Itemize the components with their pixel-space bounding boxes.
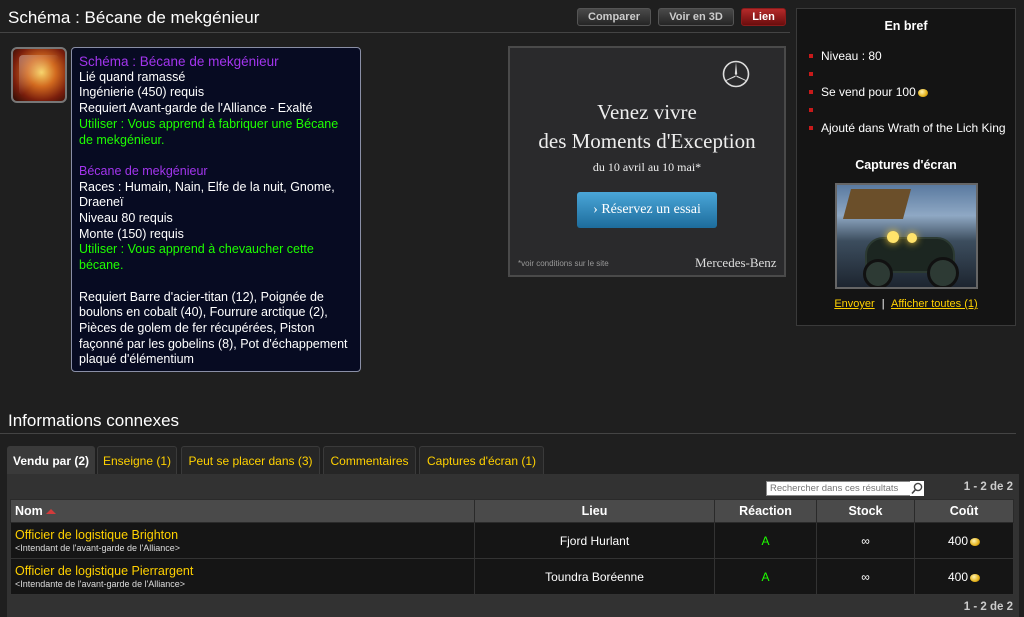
tooltip-use2-line-2: bécane. bbox=[79, 258, 124, 273]
tooltip-races-line-2: Draeneï bbox=[79, 195, 124, 210]
search-icon[interactable] bbox=[910, 481, 924, 496]
tab-taught-by[interactable]: Enseigne (1) bbox=[97, 446, 177, 474]
vendor-stock-cell: ∞ bbox=[816, 558, 915, 595]
pagination-top: 1 - 2 de 2 bbox=[963, 481, 1013, 493]
title-divider bbox=[0, 32, 790, 33]
vendor-cost-cell: 400 bbox=[914, 558, 1014, 595]
vendor-stock-cell: ∞ bbox=[816, 522, 915, 559]
pagination-bottom: 1 - 2 de 2 bbox=[963, 601, 1013, 613]
vendor-location-cell[interactable]: Fjord Hurlant bbox=[474, 522, 715, 559]
tooltip-reagents-line-3: Pièces de golem de fer récupérées, Pisto… bbox=[79, 320, 315, 335]
search-results-input[interactable] bbox=[766, 481, 923, 496]
vendor-name-link[interactable]: Officier de logistique Pierrargent bbox=[15, 564, 474, 578]
gold-coin-icon bbox=[970, 537, 981, 546]
send-screenshot-link[interactable]: Envoyer bbox=[834, 298, 874, 310]
ad-book-test-button[interactable]: › Réservez un essai bbox=[577, 192, 717, 228]
screenshot-thumbnail[interactable] bbox=[835, 183, 978, 289]
cost-value: 400 bbox=[947, 569, 969, 584]
compare-button[interactable]: Comparer bbox=[577, 8, 651, 26]
tab-comments[interactable]: Commentaires bbox=[323, 446, 416, 474]
added-in-text: Ajouté dans Wrath of the Lich King bbox=[821, 121, 1006, 135]
sell-price-text: Se vend pour 100 bbox=[821, 85, 916, 99]
vendor-reaction-cell: A bbox=[714, 558, 817, 595]
ad-fineprint: *voir conditions sur le site bbox=[518, 259, 609, 268]
tooltip-item-name: Schéma : Bécane de mekgénieur bbox=[79, 54, 279, 69]
tooltip-use-line-2: de mekgénieur. bbox=[79, 132, 165, 147]
ad-headline-2: des Moments d'Exception bbox=[538, 129, 756, 153]
ad-headline: Venez vivre bbox=[597, 100, 697, 124]
vendor-name-cell: Officier de logistique Pierrargent <Inte… bbox=[10, 558, 475, 595]
tooltip-reagents-line-1: Requiert Barre d'acier-titan (12), Poign… bbox=[79, 289, 324, 304]
quick-facts-added: Ajouté dans Wrath of the Lich King bbox=[809, 119, 1014, 137]
results-panel: 1 - 2 de 2 Nom Lieu Réaction Stock Coût … bbox=[7, 474, 1019, 617]
tooltip-level: Niveau 80 requis bbox=[79, 211, 173, 226]
vendor-name-cell: Officier de logistique Brighton <Intenda… bbox=[10, 522, 475, 559]
quick-facts-empty bbox=[809, 101, 1014, 119]
vendor-reaction-cell: A bbox=[714, 522, 817, 559]
tooltip-use2-line-1: Utiliser : Vous apprend à chevaucher cet… bbox=[79, 242, 314, 257]
gold-coin-icon bbox=[917, 89, 928, 97]
vendor-location-cell[interactable]: Toundra Boréenne bbox=[474, 558, 715, 595]
table-row[interactable]: Officier de logistique Brighton <Intenda… bbox=[10, 522, 1014, 559]
tab-sold-by[interactable]: Vendu par (2) bbox=[7, 446, 95, 474]
related-divider bbox=[0, 433, 1016, 434]
screenshots-title: Captures d'écran bbox=[855, 158, 957, 172]
icon-shine bbox=[19, 55, 59, 95]
page-title: Schéma : Bécane de mekgénieur bbox=[8, 8, 260, 27]
tooltip-gap bbox=[79, 274, 353, 290]
view-3d-button[interactable]: Voir en 3D bbox=[658, 8, 734, 26]
vendor-name-link[interactable]: Officier de logistique Brighton bbox=[15, 528, 474, 542]
thumbnail-scenery bbox=[842, 189, 912, 219]
schematic-icon[interactable] bbox=[11, 47, 67, 103]
tooltip-created-item: Bécane de mekgénieur bbox=[79, 163, 208, 178]
advertisement-banner[interactable]: Venez vivre des Moments d'Exception du 1… bbox=[508, 46, 786, 277]
quick-facts-empty bbox=[809, 65, 1014, 83]
item-tooltip: Schéma : Bécane de mekgénieur Lié quand … bbox=[71, 47, 361, 372]
tab-screenshots[interactable]: Captures d'écran (1) bbox=[419, 446, 544, 474]
column-header-label: Nom bbox=[15, 504, 43, 518]
table-row[interactable]: Officier de logistique Pierrargent <Inte… bbox=[10, 558, 1014, 595]
column-header-name[interactable]: Nom bbox=[10, 499, 475, 523]
thumbnail-lamp bbox=[907, 233, 917, 243]
tooltip-races-line-1: Races : Humain, Nain, Elfe de la nuit, G… bbox=[79, 179, 335, 194]
tooltip-riding: Monte (150) requis bbox=[79, 226, 184, 241]
ad-dates: du 10 avril au 10 mai* bbox=[592, 160, 702, 174]
tooltip-gap bbox=[79, 148, 353, 164]
link-separator: | bbox=[881, 298, 885, 310]
tooltip-reagents-line-2: boulons en cobalt (40), Fourrure arctiqu… bbox=[79, 305, 328, 320]
mercedes-star-icon bbox=[722, 60, 750, 88]
quick-facts-level: Niveau : 80 bbox=[809, 47, 1014, 65]
gold-coin-icon bbox=[970, 573, 981, 582]
vendor-subtitle: <Intendante de l'avant-garde de l'Allian… bbox=[15, 579, 186, 589]
ad-brand: Mercedes-Benz bbox=[695, 255, 777, 270]
sort-ascending-icon bbox=[45, 509, 56, 514]
tooltip-reagents-line-5: plaqué d'élémentium bbox=[79, 352, 194, 367]
column-header-reaction[interactable]: Réaction bbox=[714, 499, 817, 523]
vendor-subtitle: <Intendant de l'avant-garde de l'Allianc… bbox=[15, 543, 181, 553]
tooltip-reagents-line-4: façonné par les gobelins (8), Pot d'écha… bbox=[79, 336, 348, 351]
quick-facts-panel: En bref Niveau : 80 Se vend pour 100 Ajo… bbox=[796, 8, 1016, 326]
thumbnail-lamp bbox=[887, 231, 899, 243]
vendor-cost-cell: 400 bbox=[914, 522, 1014, 559]
quick-facts-list: Niveau : 80 Se vend pour 100 Ajouté dans… bbox=[809, 47, 1014, 137]
quick-facts-sell-price: Se vend pour 100 bbox=[809, 83, 1014, 101]
view-all-screenshots-link[interactable]: Afficher toutes (1) bbox=[891, 298, 978, 310]
tab-can-be-placed-in[interactable]: Peut se placer dans (3) bbox=[181, 446, 320, 474]
column-header-location[interactable]: Lieu bbox=[474, 499, 715, 523]
tooltip-use-line-1: Utiliser : Vous apprend à fabriquer une … bbox=[79, 116, 339, 131]
level-text: Niveau : 80 bbox=[821, 49, 882, 63]
tooltip-reputation: Requiert Avant-garde de l'Alliance - Exa… bbox=[79, 101, 313, 116]
related-info-title: Informations connexes bbox=[8, 411, 180, 430]
tooltip-bind: Lié quand ramassé bbox=[79, 69, 186, 84]
quick-facts-title: En bref bbox=[884, 19, 928, 33]
cost-value: 400 bbox=[947, 533, 969, 548]
link-button[interactable]: Lien bbox=[741, 8, 786, 26]
vendors-table: Nom Lieu Réaction Stock Coût Officier de… bbox=[10, 499, 1014, 595]
tooltip-skill: Ingénierie (450) requis bbox=[79, 85, 205, 100]
column-header-cost[interactable]: Coût bbox=[914, 499, 1014, 523]
screenshot-links: Envoyer | Afficher toutes (1) bbox=[797, 298, 1015, 310]
table-header-row: Nom Lieu Réaction Stock Coût bbox=[10, 499, 1014, 523]
column-header-stock[interactable]: Stock bbox=[816, 499, 915, 523]
